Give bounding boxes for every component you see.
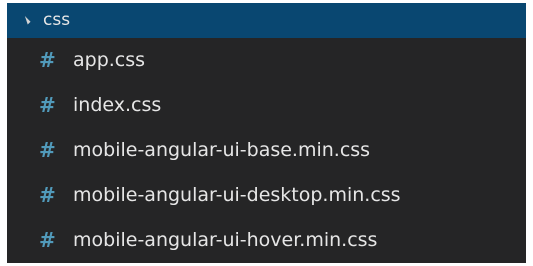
file-row-mobile-angular-ui-desktop[interactable]: # mobile-angular-ui-desktop.min.css — [7, 173, 526, 218]
css-hash-icon: # — [39, 183, 56, 207]
file-explorer-panel: css # app.css # index.css # mobile-angul… — [7, 3, 526, 263]
file-row-mobile-angular-ui-hover[interactable]: # mobile-angular-ui-hover.min.css — [7, 218, 526, 263]
file-label: mobile-angular-ui-desktop.min.css — [73, 184, 401, 206]
file-label: mobile-angular-ui-hover.min.css — [73, 229, 378, 251]
file-row-mobile-angular-ui-base[interactable]: # mobile-angular-ui-base.min.css — [7, 128, 526, 173]
css-hash-icon: # — [39, 228, 56, 252]
css-hash-icon: # — [39, 48, 56, 72]
folder-label: css — [43, 10, 71, 30]
file-label: index.css — [73, 94, 162, 116]
css-hash-icon: # — [39, 138, 56, 162]
file-row-index-css[interactable]: # index.css — [7, 83, 526, 128]
chevron-expanded-icon[interactable] — [22, 15, 31, 25]
file-row-app-css[interactable]: # app.css — [7, 38, 526, 83]
folder-row-css[interactable]: css — [7, 3, 526, 38]
file-list: # app.css # index.css # mobile-angular-u… — [7, 38, 526, 263]
file-label: app.css — [73, 49, 146, 71]
file-label: mobile-angular-ui-base.min.css — [73, 139, 371, 161]
css-hash-icon: # — [39, 93, 56, 117]
